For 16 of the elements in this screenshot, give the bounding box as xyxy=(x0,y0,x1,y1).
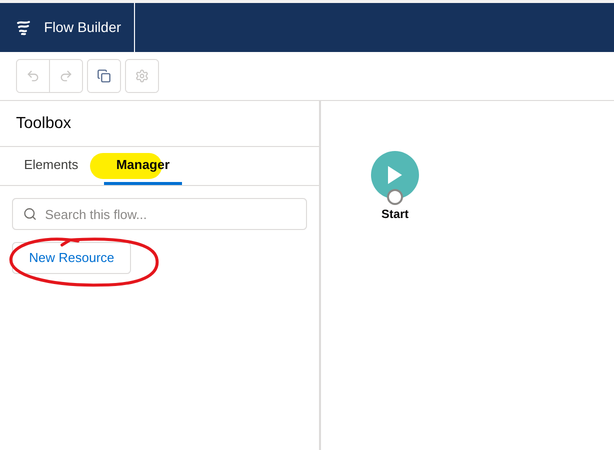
new-resource-button[interactable]: New Resource xyxy=(12,242,132,274)
start-node[interactable] xyxy=(371,151,419,199)
panel-title: Toolbox xyxy=(16,114,72,134)
settings-icon xyxy=(135,69,149,83)
search-icon xyxy=(23,207,37,221)
toolbar-button[interactable] xyxy=(88,60,120,92)
connector-handle[interactable] xyxy=(387,189,403,205)
node-label: Start xyxy=(381,206,409,223)
redo-icon xyxy=(59,69,73,83)
copy-icon xyxy=(97,69,111,83)
search-field[interactable]: Search this flow... xyxy=(12,198,307,230)
play-icon xyxy=(387,165,403,185)
undo-icon xyxy=(26,69,40,83)
flow-logo-icon xyxy=(16,20,32,36)
app-title: Flow Builder xyxy=(44,18,122,37)
tab[interactable]: Elements xyxy=(12,147,90,185)
